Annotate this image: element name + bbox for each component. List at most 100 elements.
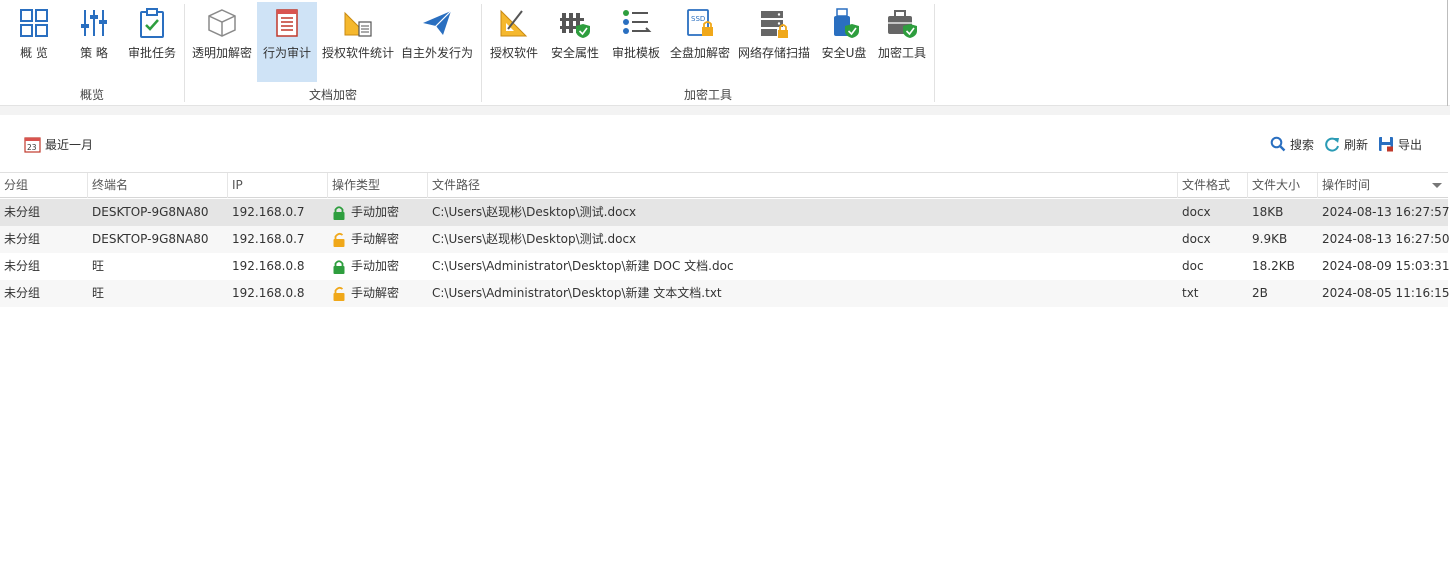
column-header-size[interactable]: 文件大小 [1248, 173, 1318, 198]
lock-open-icon [333, 232, 345, 247]
table-row[interactable]: 未分组 旺 192.168.0.8 手动加密 C:\Users\Administ… [0, 253, 1450, 280]
cell-ip: 192.168.0.7 [232, 205, 305, 219]
operation-label: 手动加密 [351, 205, 400, 219]
security-attributes-button[interactable]: 安全属性 [546, 2, 604, 82]
authorized-software-stats-button[interactable]: 授权软件统计 [319, 2, 397, 82]
cell-time: 2024-08-09 15:03:31 [1322, 259, 1450, 273]
cell-size: 9.9KB [1252, 232, 1288, 246]
usb-shield-icon [834, 8, 859, 38]
cell-operation: 手动加密 [328, 199, 399, 226]
column-header-ip[interactable]: IP [228, 173, 328, 198]
table-row[interactable]: 未分组 旺 192.168.0.8 手动解密 C:\Users\Administ… [0, 280, 1449, 307]
ribbon-group-label: 概览 [79, 88, 104, 102]
lock-closed-icon [333, 205, 345, 220]
behavior-audit-button[interactable]: 行为审计 [257, 2, 317, 82]
date-filter-label: 最近一月 [45, 137, 94, 152]
set-square-icon [500, 9, 528, 37]
cell-group: 未分组 [4, 232, 41, 246]
cell-time: 2024-08-13 16:27:50 [1322, 232, 1450, 246]
authorized-software-button-label: 授权软件 [489, 46, 538, 60]
operation-label: 手动加密 [351, 259, 400, 273]
svg-text:SSD: SSD [691, 15, 705, 23]
overview-button[interactable]: 概 览 [8, 2, 60, 82]
transparent-encryption-button[interactable]: 透明加解密 [189, 2, 255, 82]
ssd-lock-icon: SSD [687, 9, 713, 36]
cell-format: doc [1182, 259, 1204, 273]
cell-path: C:\Users\Administrator\Desktop\新建 DOC 文档… [432, 259, 734, 273]
refresh-button[interactable]: 刷新 [1324, 134, 1368, 154]
cell-operation: 手动加密 [328, 253, 399, 280]
fence-shield-icon [560, 13, 590, 38]
cell-ip: 192.168.0.8 [232, 286, 305, 300]
cell-size: 2B [1252, 286, 1268, 300]
cell-terminal: DESKTOP-9G8NA80 [92, 205, 209, 219]
cell-path: C:\Users\赵现彬\Desktop\测试.docx [432, 205, 637, 219]
paper-plane-icon [423, 10, 452, 35]
date-filter-button[interactable]: 23 最近一月 [24, 134, 93, 154]
ribbon-divider [934, 4, 935, 102]
column-header-operation[interactable]: 操作类型 [328, 173, 428, 198]
cell-terminal: 旺 [92, 286, 105, 300]
checklist-icon [623, 10, 652, 34]
calendar-icon: 23 [24, 136, 41, 153]
cell-path: C:\Users\Administrator\Desktop\新建 文本文档.t… [432, 286, 722, 300]
full-disk-encryption-button-label: 全盘加解密 [669, 46, 730, 60]
refresh-label: 刷新 [1344, 137, 1369, 152]
cell-format: docx [1182, 205, 1211, 219]
operation-label: 手动解密 [351, 286, 400, 300]
full-disk-encryption-button[interactable]: SSD 全盘加解密 [668, 2, 732, 82]
sliders-icon [81, 10, 107, 36]
approval-template-button[interactable]: 审批模板 [608, 2, 664, 82]
clipboard-check-icon [140, 8, 164, 38]
cell-group: 未分组 [4, 205, 41, 219]
ribbon-bottom-strip [0, 106, 1450, 115]
ruler-report-icon [344, 11, 372, 37]
cell-ip: 192.168.0.8 [232, 259, 305, 273]
column-header-format[interactable]: 文件格式 [1178, 173, 1248, 198]
cell-terminal: DESKTOP-9G8NA80 [92, 232, 209, 246]
table-row[interactable]: 未分组 DESKTOP-9G8NA80 192.168.0.7 手动解密 C:\… [0, 226, 1450, 253]
window-edge [1447, 0, 1448, 106]
ribbon-group-label: 加密工具 [683, 88, 732, 102]
transparent-encryption-button-label: 透明加解密 [191, 46, 252, 60]
authorized-software-button[interactable]: 授权软件 [486, 2, 542, 82]
lock-open-icon [333, 286, 345, 301]
cell-size: 18.2KB [1252, 259, 1295, 273]
column-header-path[interactable]: 文件路径 [428, 173, 1178, 198]
encryption-tools-button[interactable]: 加密工具 [874, 2, 930, 82]
save-export-icon [1379, 137, 1393, 152]
cell-size: 18KB [1252, 205, 1284, 219]
toolbar: 23 最近一月 搜索 刷新 导出 [0, 126, 1450, 160]
column-header-terminal[interactable]: 终端名 [88, 173, 228, 198]
encryption-tools-button-label: 加密工具 [877, 46, 926, 60]
toolbox-shield-icon [888, 10, 917, 38]
search-icon [1270, 136, 1286, 152]
cell-operation: 手动解密 [328, 280, 399, 307]
sort-descending-icon [1432, 183, 1442, 188]
approval-template-button-label: 审批模板 [611, 46, 660, 60]
cell-format: txt [1182, 286, 1199, 300]
outbound-behavior-button[interactable]: 自主外发行为 [399, 2, 475, 82]
secure-usb-button[interactable]: 安全U盘 [816, 2, 872, 82]
policy-button[interactable]: 策 略 [68, 2, 120, 82]
cell-time: 2024-08-13 16:27:57 [1322, 205, 1450, 219]
ribbon-group-label: 文档加密 [308, 88, 357, 102]
column-header-group[interactable]: 分组 [0, 173, 88, 198]
export-button[interactable]: 导出 [1378, 134, 1422, 154]
network-storage-scan-button[interactable]: 网络存储扫描 [736, 2, 812, 82]
policy-button-label: 策 略 [80, 46, 108, 60]
table-row[interactable]: 未分组 DESKTOP-9G8NA80 192.168.0.7 手动加密 C:\… [0, 199, 1450, 226]
cell-terminal: 旺 [92, 259, 105, 273]
ribbon: 概 览 策 略 审批任务 概览 透明加解密 行为审计 授权软件统计 自主外发行为… [0, 0, 1450, 106]
refresh-icon [1325, 137, 1339, 152]
table-header: 分组 终端名 IP 操作类型 文件路径 文件格式 文件大小 操作时间 [0, 172, 1448, 198]
approval-tasks-button[interactable]: 审批任务 [124, 2, 180, 82]
ribbon-group-doc-encryption: 透明加解密 行为审计 授权软件统计 自主外发行为 文档加密 [185, 0, 481, 106]
column-header-time[interactable]: 操作时间 [1318, 173, 1448, 198]
cell-format: docx [1182, 232, 1211, 246]
search-button[interactable]: 搜索 [1270, 134, 1314, 154]
authorized-software-stats-button-label: 授权软件统计 [321, 46, 394, 60]
outbound-behavior-button-label: 自主外发行为 [400, 46, 473, 60]
export-label: 导出 [1398, 137, 1423, 152]
operation-label: 手动解密 [351, 232, 400, 246]
